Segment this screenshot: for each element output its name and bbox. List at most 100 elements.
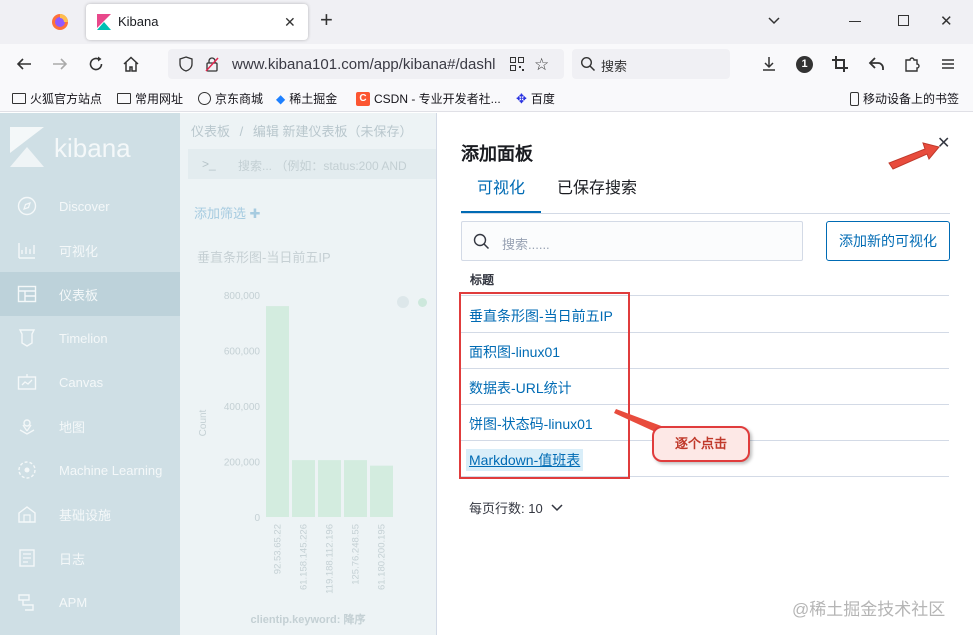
breadcrumb-root[interactable]: 仪表板 — [191, 124, 230, 139]
kibana-logo-text: kibana — [54, 133, 131, 163]
nav-label: Canvas — [59, 374, 104, 390]
tab-visualizations[interactable]: 可视化 — [461, 177, 541, 213]
add-filter-label: 添加筛选 — [194, 206, 247, 221]
button-label: 添加新的可视化 — [839, 233, 937, 249]
x-axis-label: clientip.keyword: 降序 — [251, 612, 366, 626]
bookmark-item[interactable]: 京东商城 — [198, 90, 263, 107]
bookmark-item[interactable]: ✥ 百度 — [516, 90, 555, 107]
nav-item-infrastructure[interactable]: 基础设施 — [0, 492, 180, 536]
mobile-bookmarks[interactable]: 移动设备上的书签 — [850, 90, 959, 107]
bookmark-item[interactable]: 常用网址 — [117, 90, 183, 107]
bookmark-label: 稀土掘金 — [289, 92, 338, 106]
panel-search-input[interactable]: 搜索...... — [461, 221, 803, 261]
reload-icon[interactable] — [85, 53, 107, 75]
tab-title: Kibana — [118, 14, 159, 29]
ml-icon — [16, 459, 38, 481]
bookmark-item[interactable]: ◆ 稀土掘金 — [276, 90, 337, 107]
bar — [292, 460, 315, 517]
nav-item-dashboard[interactable]: 仪表板 — [0, 272, 180, 316]
nav-item-logs[interactable]: 日志 — [0, 536, 180, 580]
nav-item-timelion[interactable]: Timelion — [0, 316, 180, 360]
compass-icon — [16, 195, 38, 217]
highlight-box — [459, 292, 630, 479]
firefox-view-icon[interactable] — [51, 13, 69, 31]
rows-per-page[interactable]: 每页行数: 10 — [469, 498, 563, 517]
apm-icon — [16, 591, 38, 613]
menu-icon[interactable] — [937, 53, 959, 75]
query-text: 搜索... （例如：status:200 AND — [238, 159, 407, 173]
bookmark-label: 京东商城 — [215, 92, 264, 106]
watermark: @稀土掘金技术社区 — [792, 600, 946, 619]
close-tab-icon[interactable]: ✕ — [284, 14, 296, 31]
forward-icon[interactable] — [49, 53, 71, 75]
bar — [344, 460, 367, 517]
active-tab[interactable]: Kibana ✕ — [86, 4, 308, 40]
bookmark-label: 火狐官方站点 — [30, 92, 103, 106]
bookmark-label: 百度 — [530, 92, 555, 106]
nav-item-discover[interactable]: Discover — [0, 184, 180, 228]
undo-icon[interactable] — [866, 53, 888, 75]
search-bar[interactable]: 搜索 — [572, 49, 730, 79]
nav-item-machine-learning[interactable]: Machine Learning — [0, 448, 180, 492]
qr-code-icon[interactable] — [509, 56, 525, 72]
bookmark-item[interactable]: 火狐官方站点 — [12, 90, 102, 107]
bookmark-label: CSDN - 专业开发者社... — [374, 92, 501, 106]
nav-label: 仪表板 — [59, 287, 99, 303]
x-tick-label: 119.188.112.196 — [325, 524, 336, 594]
new-tab-icon[interactable]: + — [320, 9, 333, 31]
nav-label: Discover — [59, 198, 110, 214]
tabs-divider — [461, 213, 950, 214]
url-bar[interactable]: www.kibana101.com/app/kibana#/dashl ☆ — [168, 49, 564, 79]
infra-icon — [16, 503, 38, 525]
callout-bubble: 逐个点击 — [652, 426, 750, 462]
downloads-icon[interactable] — [758, 53, 780, 75]
insecure-lock-icon[interactable] — [204, 56, 220, 72]
y-tick-label: 800,000 — [224, 291, 261, 302]
callout-text: 逐个点击 — [674, 436, 727, 451]
chevron-down-icon — [551, 503, 563, 512]
notification-badge[interactable]: 1 — [796, 56, 813, 73]
breadcrumb: 仪表板 / 编辑 新建仪表板（未保存） — [191, 121, 413, 140]
x-tick-label: 61.158.145.226 — [299, 524, 310, 590]
close-window-icon[interactable]: ✕ — [940, 12, 953, 30]
nav-item-visualize[interactable]: 可视化 — [0, 228, 180, 272]
breadcrumb-separator: / — [239, 124, 244, 139]
logs-icon — [16, 547, 38, 569]
nav-item-maps[interactable]: 地图 — [0, 404, 180, 448]
globe-icon — [198, 92, 211, 105]
minimize-icon[interactable] — [849, 21, 861, 22]
home-icon[interactable] — [120, 53, 142, 75]
kibana-logo-icon[interactable] — [10, 127, 44, 167]
folder-icon — [12, 93, 26, 104]
bar — [318, 460, 341, 517]
add-new-visualization-button[interactable]: 添加新的可视化 — [826, 221, 950, 261]
bookmark-item[interactable]: C CSDN - 专业开发者社... — [356, 90, 501, 107]
back-icon[interactable] — [13, 53, 35, 75]
list-tabs-icon[interactable] — [766, 12, 782, 28]
query-prompt: >_ — [202, 157, 216, 171]
url-text[interactable]: www.kibana101.com/app/kibana#/dashl — [232, 56, 502, 73]
query-bar[interactable]: >_ 搜索... （例如：status:200 AND — [188, 149, 448, 179]
bookmark-label: 移动设备上的书签 — [863, 92, 960, 106]
nav-item-canvas[interactable]: Canvas — [0, 360, 180, 404]
kibana-sidebar: kibana Discover 可视化 仪表板 Timelion Canvas … — [0, 113, 180, 635]
add-filter-link[interactable]: 添加筛选 ✚ — [194, 203, 261, 222]
shield-icon[interactable] — [178, 56, 194, 72]
bar-chart: 800,000 600,000 400,000 200,000 0 Count 92.53.… — [198, 291, 393, 626]
nav-item-apm[interactable]: APM — [0, 580, 180, 624]
maximize-icon[interactable] — [898, 15, 909, 26]
search-placeholder: 搜索 — [601, 59, 628, 74]
plus-icon: ✚ — [249, 206, 261, 221]
crop-icon[interactable] — [829, 53, 851, 75]
flyout-title: 添加面板 — [461, 144, 533, 164]
breadcrumb-current: 编辑 新建仪表板（未保存） — [252, 124, 413, 139]
extensions-icon[interactable] — [901, 53, 923, 75]
timelion-icon — [16, 327, 38, 349]
dashboard-background: 仪表板 / 编辑 新建仪表板（未保存） >_ 搜索... （例如：status:… — [180, 113, 448, 635]
close-arrow-annotation — [888, 142, 940, 170]
x-tick-label: 125.76.248.55 — [351, 524, 362, 585]
dashboard-icon — [16, 283, 38, 305]
tab-saved-searches[interactable]: 已保存搜索 — [549, 177, 645, 213]
bookmark-star-icon[interactable]: ☆ — [534, 55, 549, 75]
column-header[interactable]: 标题 — [470, 271, 494, 288]
